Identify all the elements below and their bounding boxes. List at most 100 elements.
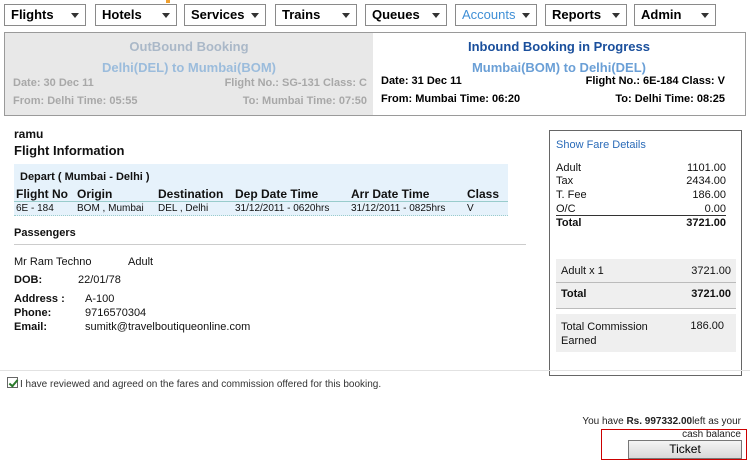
depart-title: Depart ( Mumbai - Delhi ) <box>20 171 150 183</box>
inbound-flight: Flight No.: 6E-184 Class: V <box>585 75 725 87</box>
phone-value: 9716570304 <box>85 307 147 319</box>
passengers-divider <box>14 244 526 245</box>
nav-reports[interactable]: Reports <box>545 4 627 26</box>
top-nav: Flights Hotels Services Trains Queues Ac… <box>0 0 750 30</box>
fare-row: Tax 2434.00 <box>556 175 726 187</box>
fare-total2-label: Total <box>561 288 587 300</box>
dob-value: 22/01/78 <box>78 274 121 286</box>
nav-services-label: Services <box>191 7 245 22</box>
fare-total-label: Total <box>556 217 582 229</box>
passenger-name: ramu <box>14 127 44 141</box>
address-value: A-100 <box>85 293 115 305</box>
table-cell: BOM , Mumbai <box>77 203 144 214</box>
fare-total-row: Total 3721.00 <box>556 217 726 229</box>
col-header: Destination <box>158 187 224 201</box>
table-divider <box>14 201 508 202</box>
nav-queues-label: Queues <box>372 7 420 22</box>
ticket-button[interactable]: Ticket <box>628 440 742 459</box>
outbound-date: Date: 30 Dec 11 <box>13 77 94 89</box>
chevron-down-icon <box>342 13 350 18</box>
nav-admin[interactable]: Admin <box>634 4 716 26</box>
adult-x-label: Adult x 1 <box>561 265 604 277</box>
fare-row: Adult 1101.00 <box>556 162 726 174</box>
adult-x-row: Adult x 1 3721.00 <box>561 265 731 277</box>
nav-flights[interactable]: Flights <box>4 4 86 26</box>
fare-value: 1101.00 <box>687 162 726 174</box>
chevron-down-icon <box>701 13 709 18</box>
booking-summary: OutBound Booking Delhi(DEL) to Mumbai(BO… <box>4 32 746 116</box>
balance-amount: Rs. 997332.00 <box>626 416 693 427</box>
commission-value: 186.00 <box>690 320 724 332</box>
fare-summary: Show Fare Details Adult 1101.00 Tax 2434.0… <box>549 130 742 376</box>
table-cell: V <box>467 203 474 214</box>
outbound-from: From: Delhi Time: 05:55 <box>13 95 138 107</box>
balance-prefix: You have <box>582 416 624 427</box>
chevron-down-icon <box>162 13 170 18</box>
fare-value: 186.00 <box>692 189 726 201</box>
chevron-down-icon <box>612 13 620 18</box>
passenger-full-name: Mr Ram Techno <box>14 256 92 268</box>
chevron-down-icon <box>71 13 79 18</box>
col-header: Arr Date Time <box>351 187 430 201</box>
fare-row: T. Fee 186.00 <box>556 189 726 201</box>
chevron-down-icon <box>251 13 259 18</box>
nav-trains-label: Trains <box>282 7 321 22</box>
agreement-divider <box>0 370 750 371</box>
table-cell: 31/12/2011 - 0825hrs <box>351 203 446 214</box>
nav-accounts[interactable]: Accounts <box>455 4 537 26</box>
fare-label: T. Fee <box>556 189 587 201</box>
fare-row: O/C 0.00 <box>556 203 726 215</box>
commission-box: Total Commission Earned 186.00 <box>556 314 736 352</box>
table-cell: 31/12/2011 - 0620hrs <box>235 203 330 214</box>
inbound-route: Mumbai(BOM) to Delhi(DEL) <box>471 60 647 75</box>
fare-label: Adult <box>556 162 582 174</box>
nav-trains[interactable]: Trains <box>275 4 357 26</box>
agree-checkbox[interactable] <box>7 377 18 388</box>
adult-x-value: 3721.00 <box>691 265 731 277</box>
fare-total2-value: 3721.00 <box>691 288 731 300</box>
inbound-from: From: Mumbai Time: 06:20 <box>381 93 521 105</box>
ticket-highlight: Ticket <box>601 429 747 460</box>
fare-divider <box>556 215 726 216</box>
nav-admin-label: Admin <box>641 7 682 22</box>
outbound-flight: Flight No.: SG-131 Class: C <box>224 77 367 89</box>
col-header: Flight No <box>16 187 68 201</box>
passenger-type: Adult <box>128 256 154 268</box>
agreement-text: I have reviewed and agreed on the fares … <box>20 379 382 390</box>
chevron-down-icon <box>522 13 530 18</box>
nav-queues[interactable]: Queues <box>365 4 447 26</box>
table-cell: DEL , Delhi <box>158 203 209 214</box>
phone-label: Phone: <box>14 307 52 319</box>
inbound-date: Date: 31 Dec 11 <box>381 75 462 87</box>
outbound-to: To: Mumbai Time: 07:50 <box>242 95 367 107</box>
fare-divider <box>556 308 736 309</box>
nav-accounts-label: Accounts <box>462 7 516 22</box>
email-label: Email: <box>14 321 48 333</box>
fare-total2-row: Total 3721.00 <box>561 288 731 300</box>
nav-flights-label: Flights <box>11 7 54 22</box>
flight-info-title: Flight Information <box>14 143 125 158</box>
fare-label: Tax <box>556 175 574 187</box>
inbound-title: Inbound Booking in Progress <box>468 39 650 54</box>
nav-hotels[interactable]: Hotels <box>95 4 177 26</box>
table-cell: 6E - 184 <box>16 203 54 214</box>
depart-table: Depart ( Mumbai - Delhi ) Flight No Orig… <box>14 164 508 216</box>
inbound-panel: Inbound Booking in Progress Mumbai(BOM) … <box>373 33 745 115</box>
address-label: Address : <box>14 293 65 305</box>
dob-label: DOB: <box>14 274 43 286</box>
fare-value: 0.00 <box>704 203 726 215</box>
show-fare-details-link[interactable]: Show Fare Details <box>556 139 646 151</box>
outbound-route: Delhi(DEL) to Mumbai(BOM) <box>101 60 277 75</box>
fare-total-value: 3721.00 <box>686 217 726 229</box>
outbound-panel: OutBound Booking Delhi(DEL) to Mumbai(BO… <box>5 33 373 115</box>
email-value: sumitk@travelboutiqueonline.com <box>85 321 251 333</box>
col-header: Origin <box>77 187 113 201</box>
fare-value: 2434.00 <box>686 175 726 187</box>
nav-reports-label: Reports <box>552 7 602 22</box>
fare-divider <box>556 282 736 283</box>
fare-subtotal-box: Adult x 1 3721.00 Total 3721.00 <box>556 259 736 309</box>
nav-services[interactable]: Services <box>184 4 266 26</box>
col-header: Dep Date Time <box>235 187 319 201</box>
commission-label: Total Commission Earned <box>561 321 648 347</box>
chevron-down-icon <box>432 13 440 18</box>
